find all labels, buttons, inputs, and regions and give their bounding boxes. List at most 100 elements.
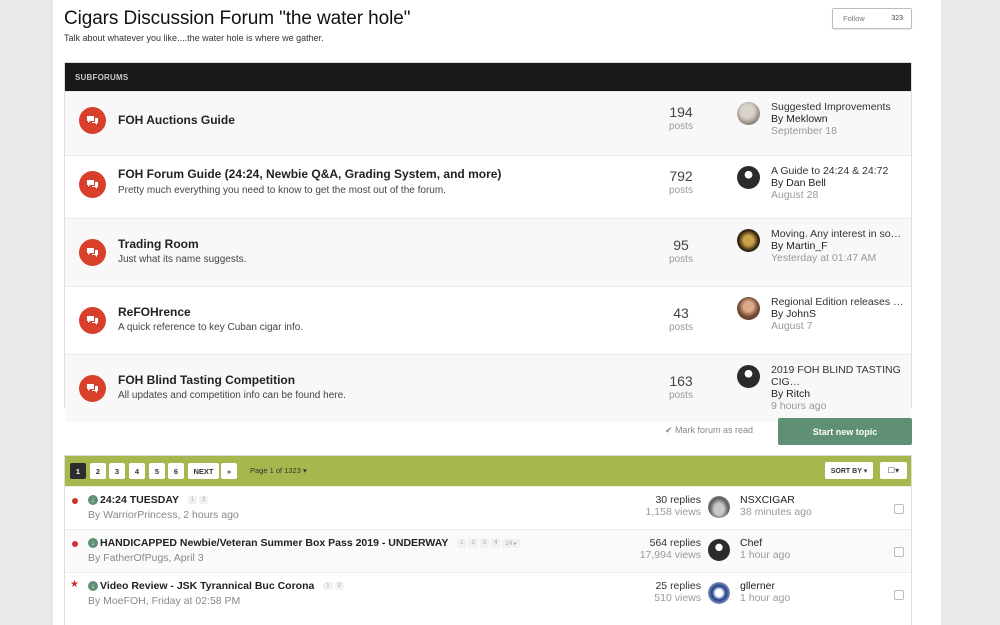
last-reply-user[interactable]: NSXCIGAR bbox=[740, 494, 812, 506]
posts-label: posts bbox=[669, 184, 693, 196]
reply-count: 25 replies bbox=[655, 580, 701, 592]
view-count: 17,994 views bbox=[639, 549, 701, 561]
avatar[interactable] bbox=[737, 165, 760, 189]
subforums-header: SUBFORUMS bbox=[65, 63, 911, 91]
mini-page[interactable]: 2 bbox=[468, 538, 478, 548]
subforum-row[interactable]: ReFOHrence A quick reference to key Cuba… bbox=[65, 286, 911, 354]
page-button-5[interactable]: 5 bbox=[149, 463, 165, 479]
topic-author[interactable]: By FatherOfPugs, April 3 bbox=[88, 552, 204, 564]
mini-page[interactable]: 24 ▸ bbox=[502, 538, 520, 548]
page-button-3[interactable]: 3 bbox=[109, 463, 125, 479]
speech-bubbles-icon bbox=[79, 239, 106, 266]
posts-label: posts bbox=[669, 390, 693, 401]
topic-title[interactable]: Video Review - JSK Tyrannical Buc Corona… bbox=[100, 580, 344, 592]
subforum-name[interactable]: ReFOHrence bbox=[118, 305, 191, 319]
last-post-author[interactable]: By Martin_F bbox=[771, 240, 906, 252]
posts-label: posts bbox=[669, 121, 693, 132]
unread-dot-icon bbox=[72, 498, 78, 504]
last-page-button[interactable]: » bbox=[221, 463, 237, 479]
subforum-posts: 43 posts bbox=[651, 305, 711, 333]
topic-title-text[interactable]: HANDICAPPED Newbie/Veteran Summer Box Pa… bbox=[100, 537, 448, 549]
last-reply-user[interactable]: gllerner bbox=[740, 580, 790, 592]
avatar[interactable] bbox=[737, 297, 760, 320]
mark-forum-read-link[interactable]: ✔ Mark forum as read bbox=[665, 425, 753, 436]
posts-count: 194 bbox=[669, 104, 693, 120]
subforum-description: All updates and competition info can be … bbox=[118, 390, 346, 401]
page-button-2[interactable]: 2 bbox=[90, 463, 106, 479]
star-icon: ★ bbox=[70, 579, 79, 590]
avatar[interactable] bbox=[708, 496, 730, 518]
subforum-row[interactable]: FOH Forum Guide (24:24, Newbie Q&A, Grad… bbox=[65, 154, 911, 219]
forum-page: Cigars Discussion Forum "the water hole"… bbox=[53, 0, 941, 625]
last-post-author[interactable]: By Ritch bbox=[771, 388, 906, 400]
last-post-title[interactable]: A Guide to 24:24 & 24:72 bbox=[771, 165, 888, 177]
posts-count: 163 bbox=[669, 373, 693, 389]
subforum-name[interactable]: FOH Auctions Guide bbox=[118, 113, 235, 127]
mini-page[interactable]: 4 bbox=[491, 538, 501, 548]
follow-button[interactable]: Follow 323 bbox=[832, 8, 912, 29]
topic-checkbox[interactable] bbox=[894, 547, 904, 557]
last-post-info: Regional Edition releases … By JohnS Aug… bbox=[771, 296, 906, 332]
last-reply-info: gllerner 1 hour ago bbox=[740, 580, 790, 604]
subforums-panel: SUBFORUMS FOH Auctions Guide 194 posts S… bbox=[64, 62, 912, 422]
topic-title-text[interactable]: 24:24 TUESDAY bbox=[100, 494, 179, 506]
avatar[interactable] bbox=[708, 539, 730, 561]
reply-count: 30 replies bbox=[655, 494, 701, 506]
last-reply-user[interactable]: Chef bbox=[740, 537, 790, 549]
topic-author[interactable]: By MoeFOH, Friday at 02:58 PM bbox=[88, 595, 240, 607]
last-post-title[interactable]: Moving. Any interest in so… bbox=[771, 228, 901, 240]
sort-by-dropdown[interactable]: SORT BY ▾ bbox=[825, 462, 873, 479]
subforum-description: A quick reference to key Cuban cigar inf… bbox=[118, 322, 304, 333]
avatar[interactable] bbox=[737, 365, 760, 388]
avatar[interactable] bbox=[708, 582, 730, 604]
avatar[interactable] bbox=[737, 102, 760, 125]
last-post-author[interactable]: By JohnS bbox=[771, 308, 906, 320]
subforum-posts: 163 posts bbox=[651, 373, 711, 401]
topic-author[interactable]: By WarriorPrincess, 2 hours ago bbox=[88, 509, 239, 521]
last-reply-info: NSXCIGAR 38 minutes ago bbox=[740, 494, 812, 518]
start-new-topic-button[interactable]: Start new topic bbox=[778, 418, 912, 445]
subforum-name[interactable]: FOH Forum Guide (24:24, Newbie Q&A, Grad… bbox=[118, 167, 501, 181]
last-post-time: August 7 bbox=[771, 320, 813, 332]
last-post-title[interactable]: 2019 FOH BLIND TASTING CIG… bbox=[771, 364, 901, 388]
topic-checkbox[interactable] bbox=[894, 504, 904, 514]
topic-title[interactable]: HANDICAPPED Newbie/Veteran Summer Box Pa… bbox=[100, 537, 520, 549]
last-post-title[interactable]: Regional Edition releases … bbox=[771, 296, 904, 308]
topic-row[interactable]: ★ ↓ Video Review - JSK Tyrannical Buc Co… bbox=[65, 572, 911, 615]
topic-row[interactable]: ↓ 24:24 TUESDAY 1 2 By WarriorPrincess, … bbox=[65, 486, 911, 529]
topic-checkbox[interactable] bbox=[894, 590, 904, 600]
topic-row[interactable]: ↓ HANDICAPPED Newbie/Veteran Summer Box … bbox=[65, 529, 911, 572]
posts-count: 792 bbox=[669, 167, 693, 184]
last-post-author[interactable]: By Dan Bell bbox=[771, 177, 906, 189]
topic-title-text[interactable]: Video Review - JSK Tyrannical Buc Corona bbox=[100, 580, 314, 592]
mini-page[interactable]: 2 bbox=[334, 582, 344, 591]
topic-title[interactable]: 24:24 TUESDAY 1 2 bbox=[100, 494, 209, 506]
forum-title: Cigars Discussion Forum "the water hole" bbox=[64, 8, 411, 29]
page-jump-dropdown[interactable]: Page 1 of 1323 ▾ bbox=[250, 466, 307, 475]
avatar[interactable] bbox=[737, 229, 760, 252]
last-reply-time: 1 hour ago bbox=[740, 592, 791, 604]
subforum-row[interactable]: FOH Blind Tasting Competition All update… bbox=[65, 354, 911, 422]
pagination-bar: 1 2 3 4 5 6 NEXT » Page 1 of 1323 ▾ SORT… bbox=[65, 456, 911, 486]
select-topics-dropdown[interactable]: ☐▾ bbox=[880, 462, 907, 479]
subforum-name[interactable]: Trading Room bbox=[118, 237, 199, 251]
subforum-row[interactable]: Trading Room Just what its name suggests… bbox=[65, 218, 911, 286]
mini-page[interactable]: 1 bbox=[457, 538, 467, 548]
mini-page[interactable]: 2 bbox=[199, 496, 209, 505]
page-button-6[interactable]: 6 bbox=[168, 463, 184, 479]
topic-mini-pagination: 1 2 bbox=[323, 582, 344, 591]
subforum-description: Just what its name suggests. bbox=[118, 254, 247, 265]
last-post-author[interactable]: By Meklown bbox=[771, 113, 906, 125]
page-button-4[interactable]: 4 bbox=[129, 463, 145, 479]
page-button-1[interactable]: 1 bbox=[70, 463, 86, 479]
mini-page[interactable]: 1 bbox=[187, 496, 198, 505]
topic-stats: 564 replies 17,994 views bbox=[621, 537, 701, 561]
subforum-row[interactable]: FOH Auctions Guide 194 posts Suggested I… bbox=[65, 91, 911, 155]
subforum-description: Pretty much everything you need to know … bbox=[118, 184, 446, 196]
next-page-button[interactable]: NEXT bbox=[188, 463, 219, 479]
subforum-name[interactable]: FOH Blind Tasting Competition bbox=[118, 373, 295, 387]
last-post-info: 2019 FOH BLIND TASTING CIG… By Ritch 9 h… bbox=[771, 364, 906, 412]
last-post-title[interactable]: Suggested Improvements bbox=[771, 101, 891, 113]
mini-page[interactable]: 1 bbox=[323, 582, 333, 591]
mini-page[interactable]: 3 bbox=[479, 538, 490, 548]
